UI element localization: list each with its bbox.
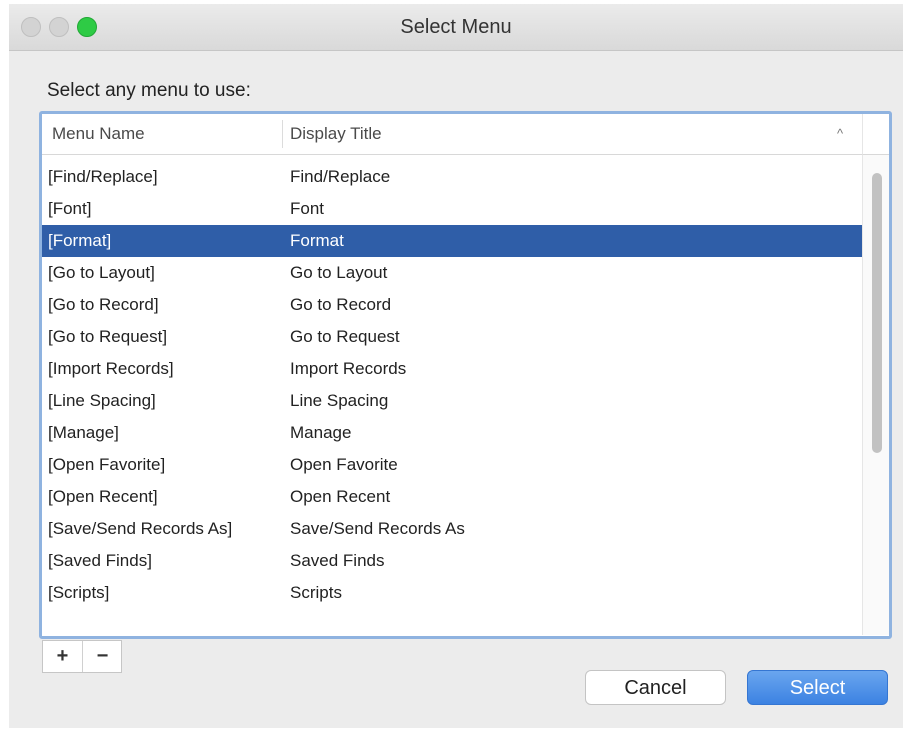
table-header: Menu Name Display Title ^ [42,114,862,155]
menu-name-cell: [Manage] [48,423,119,442]
table-row[interactable]: [Save/Send Records As] Save/Send Records … [42,513,862,545]
select-button[interactable]: Select [747,670,888,705]
table-row[interactable]: [Go to Layout] Go to Layout [42,257,862,289]
column-header-display-title[interactable]: Display Title [290,124,382,144]
menu-name-cell: [Line Spacing] [48,391,156,410]
menu-name-cell: [Save/Send Records As] [48,519,233,538]
menu-name-cell: [Format] [48,231,112,250]
table-row[interactable]: [Go to Record] Go to Record [42,289,862,321]
select-menu-dialog: Select Menu Select any menu to use: Menu… [9,4,903,728]
menu-name-cell: [Open Recent] [48,487,158,506]
column-header-menu-name[interactable]: Menu Name [52,124,145,144]
menu-name-cell: [Find/Replace] [48,167,158,186]
title-bar: Select Menu [9,4,903,51]
display-title-cell: Line Spacing [290,391,389,410]
menu-name-cell: [Scripts] [48,583,110,602]
table-rows: [Find/Replace] Find/Replace [Font] Font [For… [42,155,862,635]
menu-name-cell: [Open Favorite] [48,455,166,474]
display-title-cell: Find/Replace [290,167,391,186]
menu-name-cell: [Import Records] [48,359,174,378]
header-corner [862,114,889,155]
column-divider[interactable] [282,120,283,148]
menu-name-cell: [Font] [48,199,92,218]
menu-name-cell: [Go to Layout] [48,263,155,282]
window-title: Select Menu [400,16,512,38]
display-title-cell: Saved Finds [290,551,385,570]
display-title-cell: Save/Send Records As [290,519,465,538]
display-title-cell: Open Favorite [290,455,398,474]
menu-table: Menu Name Display Title ^ [Find/Replace]… [39,111,892,639]
display-title-cell: Open Recent [290,487,391,506]
vertical-scrollbar[interactable] [862,155,889,635]
table-row[interactable]: [Scripts] Scripts [42,577,862,609]
table-row[interactable]: [Saved Finds] Saved Finds [42,545,862,577]
add-remove-control: + − [42,640,122,673]
display-title-cell: Scripts [290,583,342,602]
table-row[interactable]: [Format] Format [42,225,862,257]
table-row[interactable]: [Manage] Manage [42,417,862,449]
remove-menu-button[interactable]: − [83,641,122,672]
display-title-cell: Go to Request [290,327,400,346]
menu-name-cell: [Go to Request] [48,327,168,346]
display-title-cell: Font [290,199,325,218]
add-menu-button[interactable]: + [43,641,83,672]
table-row[interactable]: [Go to Request] Go to Request [42,321,862,353]
cancel-button[interactable]: Cancel [585,670,726,705]
menu-name-cell: [Saved Finds] [48,551,152,570]
display-title-cell: Manage [290,423,352,442]
display-title-cell: Go to Record [290,295,392,314]
table-row[interactable]: [Open Recent] Open Recent [42,481,862,513]
table-row[interactable]: [Open Favorite] Open Favorite [42,449,862,481]
scrollbar-thumb[interactable] [872,173,882,453]
table-row[interactable]: [Import Records] Import Records [42,353,862,385]
sort-ascending-icon[interactable]: ^ [837,126,843,141]
table-row[interactable]: [Font] Font [42,193,862,225]
display-title-cell: Format [290,231,344,250]
menu-name-cell: [Go to Record] [48,295,159,314]
display-title-cell: Go to Layout [290,263,388,282]
prompt-label: Select any menu to use: [47,80,251,101]
table-row[interactable]: [Find/Replace] Find/Replace [42,161,862,193]
table-row[interactable]: [Line Spacing] Line Spacing [42,385,862,417]
display-title-cell: Import Records [290,359,407,378]
